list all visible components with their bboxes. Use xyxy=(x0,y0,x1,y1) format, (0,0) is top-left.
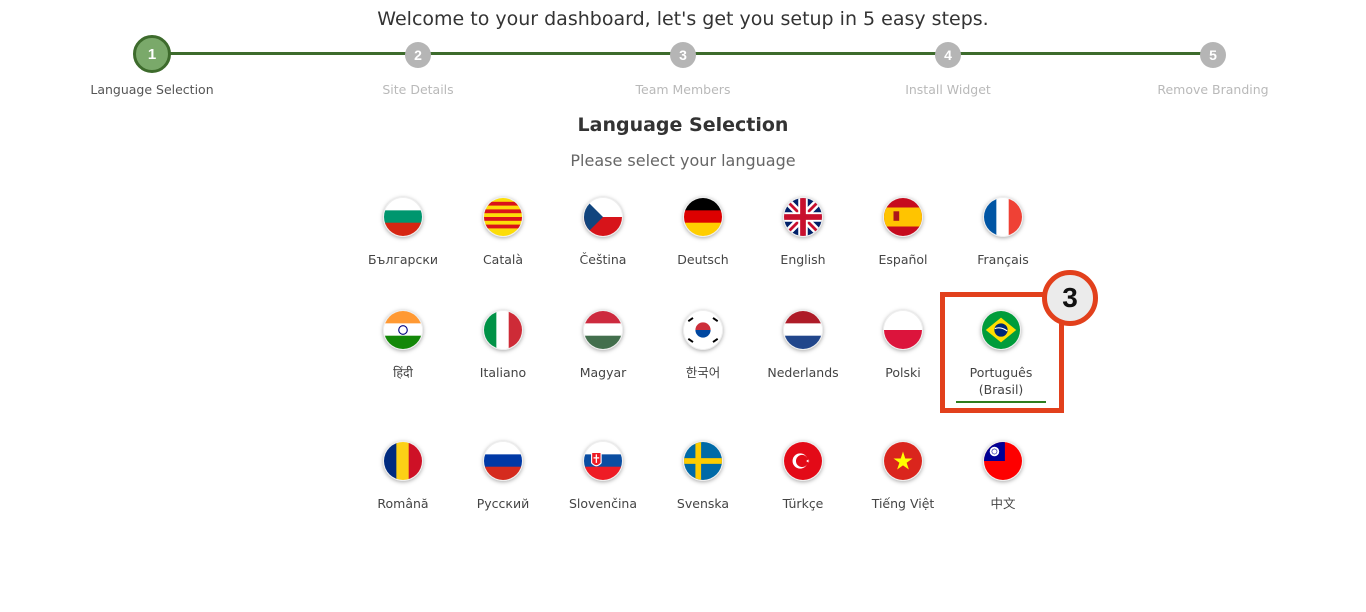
russia-flag-icon xyxy=(483,441,523,481)
language-option-spanish[interactable]: Español xyxy=(853,197,953,268)
language-label: Deutsch xyxy=(677,252,729,267)
step-5[interactable]: 5 xyxy=(1200,42,1226,68)
korea-flag-icon xyxy=(683,310,723,350)
language-label: Svenska xyxy=(676,496,730,511)
catalonia-flag-icon xyxy=(483,197,523,237)
poland-flag-icon xyxy=(883,310,923,350)
language-option-english[interactable]: English xyxy=(753,197,853,268)
language-option-bulgarian[interactable]: Български xyxy=(353,197,453,268)
uk-flag-icon xyxy=(783,197,823,237)
language-option-catalan[interactable]: Català xyxy=(453,197,553,268)
taiwan-flag-icon xyxy=(983,441,1023,481)
language-label: Slovenčina xyxy=(569,496,637,511)
language-option-dutch[interactable]: Nederlands xyxy=(753,310,853,381)
language-option-turkish[interactable]: Türkçe xyxy=(753,441,853,512)
language-label: Català xyxy=(482,252,524,267)
language-option-german[interactable]: Deutsch xyxy=(653,197,753,268)
language-label: 한국어 xyxy=(685,365,721,380)
language-option-hindi[interactable]: हिंदी xyxy=(353,310,453,381)
language-label: English xyxy=(780,252,826,267)
step-annotation-badge: 3 xyxy=(1042,270,1098,326)
language-label: Български xyxy=(367,252,439,267)
step-4-label[interactable]: Install Widget xyxy=(848,82,1048,97)
language-label: Français xyxy=(977,252,1029,267)
sweden-flag-icon xyxy=(683,441,723,481)
turkey-flag-icon xyxy=(783,441,823,481)
language-label: Tiếng Việt xyxy=(871,496,935,511)
language-option-czech[interactable]: Čeština xyxy=(553,197,653,268)
language-option-polish[interactable]: Polski xyxy=(853,310,953,381)
step-3[interactable]: 3 xyxy=(670,42,696,68)
netherlands-flag-icon xyxy=(783,310,823,350)
step-2[interactable]: 2 xyxy=(405,42,431,68)
step-1[interactable]: 1 xyxy=(133,35,171,73)
vietnam-flag-icon xyxy=(883,441,923,481)
language-option-italian[interactable]: Italiano xyxy=(453,310,553,381)
step-5-label[interactable]: Remove Branding xyxy=(1113,82,1313,97)
language-option-romanian[interactable]: Română xyxy=(353,441,453,512)
language-option-swedish[interactable]: Svenska xyxy=(653,441,753,512)
romania-flag-icon xyxy=(383,441,423,481)
bulgaria-flag-icon xyxy=(383,197,423,237)
language-option-slovak[interactable]: Slovenčina xyxy=(553,441,653,512)
section-title: Language Selection xyxy=(577,114,789,136)
language-label: Русский xyxy=(476,496,530,511)
slovakia-flag-icon xyxy=(583,441,623,481)
language-label: हिंदी xyxy=(393,365,413,380)
language-label: 中文 xyxy=(990,496,1016,511)
language-label: Magyar xyxy=(579,365,627,380)
language-option-hungarian[interactable]: Magyar xyxy=(553,310,653,381)
language-label: Español xyxy=(878,252,928,267)
language-option-russian[interactable]: Русский xyxy=(453,441,553,512)
language-option-chinese[interactable]: 中文 xyxy=(953,441,1053,512)
language-label: Italiano xyxy=(479,365,527,380)
setup-stepper: 1 2 3 4 5 Language Selection Site Detail… xyxy=(0,0,1366,110)
step-3-label[interactable]: Team Members xyxy=(583,82,783,97)
france-flag-icon xyxy=(983,197,1023,237)
spain-flag-icon xyxy=(883,197,923,237)
step-2-label[interactable]: Site Details xyxy=(318,82,518,97)
language-option-french[interactable]: Français xyxy=(953,197,1053,268)
step-1-label[interactable]: Language Selection xyxy=(52,82,252,97)
italy-flag-icon xyxy=(483,310,523,350)
language-label: Polski xyxy=(885,365,921,380)
india-flag-icon xyxy=(383,310,423,350)
czech-flag-icon xyxy=(583,197,623,237)
hungary-flag-icon xyxy=(583,310,623,350)
language-option-korean[interactable]: 한국어 xyxy=(653,310,753,381)
language-label: Türkçe xyxy=(782,496,824,511)
section-subtitle: Please select your language xyxy=(570,151,796,170)
language-option-vietnamese[interactable]: Tiếng Việt xyxy=(853,441,953,512)
step-4[interactable]: 4 xyxy=(935,42,961,68)
language-label: Nederlands xyxy=(767,365,839,380)
language-label: Čeština xyxy=(579,252,627,267)
language-label: Română xyxy=(377,496,429,511)
germany-flag-icon xyxy=(683,197,723,237)
